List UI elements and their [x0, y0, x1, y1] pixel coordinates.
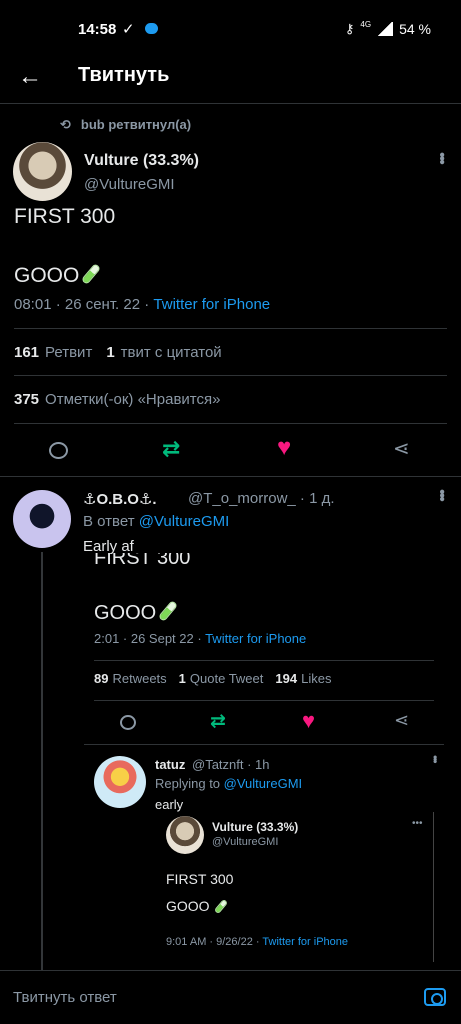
divider [14, 375, 447, 376]
test-tube-emoji-icon [81, 263, 102, 285]
screenshot-text-line: GOOO [94, 600, 179, 625]
nested-replying-prefix: Replying to [155, 776, 221, 791]
reply-author-handle[interactable]: @T_o_morrow_ · 1 д. [188, 490, 335, 507]
battery-level: 54 % [399, 21, 431, 37]
screenshot-source: Twitter for iPhone [205, 631, 307, 646]
tweet-timestamp: 08:01 · 26 сент. 22 · [14, 296, 150, 313]
screenshot-quotes-label: Quote Tweet [189, 671, 264, 686]
nested-quote-time: 9:01 AM · 9/26/22 · [166, 936, 260, 948]
retweet-small-icon: ⟲ [60, 117, 71, 132]
page-title: Твитнуть [78, 64, 170, 86]
tweet-text-line2: GOOO [14, 263, 102, 288]
nested-quote-avatar [166, 816, 204, 854]
likes-stats[interactable]: 375 Отметки(-ок) «Нравится» [14, 391, 220, 408]
reply-avatar[interactable] [13, 490, 71, 548]
nested-quote-line2: GOOO [166, 898, 228, 915]
nested-avatar [94, 756, 146, 808]
like-heart-icon[interactable]: ♥ [277, 434, 291, 462]
retweeted-by[interactable]: ⟲ bub ретвитнул(а) [60, 117, 191, 133]
tweet-actions: ⇄ ♥ ⋖ [0, 430, 461, 470]
reply-input[interactable]: Твитнуть ответ [13, 989, 117, 1006]
test-tube-emoji-icon [158, 600, 179, 622]
screenshot-stats: 89 Retweets 1 Quote Tweet 194 Likes [94, 671, 331, 686]
screenshot-retweets-count: 89 [94, 671, 109, 686]
like-heart-icon: ♥ [302, 708, 316, 733]
nested-quote-more-icon: ••• [412, 818, 423, 829]
divider [14, 423, 447, 424]
retweets-count: 161 [14, 344, 40, 361]
screenshot-likes-label: Likes [301, 671, 332, 686]
screenshot-actions: ⇄ ♥ ⋖ [84, 708, 424, 738]
nested-quote-line1: FIRST 300 [166, 871, 234, 887]
share-icon[interactable]: ⋖ [393, 436, 410, 461]
vpn-key-icon: ⚷ [344, 21, 355, 36]
signal-icon [377, 22, 394, 36]
author-name[interactable]: Vulture (33.3%) [84, 152, 199, 170]
replying-to: В ответ @VultureGMI [83, 513, 229, 530]
divider [94, 700, 434, 701]
reply-composer[interactable]: Твитнуть ответ [0, 970, 461, 1024]
screenshot-retweets-label: Retweets [112, 671, 167, 686]
tweet-meta: 08:01 · 26 сент. 22 · Twitter for iPhone [14, 296, 270, 313]
divider [84, 744, 444, 745]
thread-line [41, 552, 43, 972]
reply-icon[interactable] [49, 442, 68, 459]
retweet-icon: ⇄ [210, 711, 226, 732]
screenshot-meta: 2:01 · 26 Sept 22 · Twitter for iPhone [94, 631, 306, 646]
screenshot-clipped-text: FIRST 300 [94, 553, 191, 567]
tweet-text-line1: FIRST 300 [14, 205, 116, 228]
nested-replying-to: Replying to @VultureGMI [155, 776, 302, 791]
reply-more-options-icon[interactable]: ••• [432, 489, 450, 500]
status-right: ⚷ 4G 54 % [344, 19, 431, 38]
screenshot-gooo: GOOO [94, 602, 157, 624]
camera-icon[interactable] [424, 988, 446, 1006]
tweet-text-gooo: GOOO [14, 264, 80, 287]
nested-quote-source: Twitter for iPhone [262, 936, 349, 948]
nested-quote-gooo: GOOO [166, 898, 210, 914]
retweet-icon[interactable]: ⇄ [162, 436, 180, 462]
nested-quote-name: Vulture (33.3%) [212, 820, 299, 834]
check-icon: ✓ [122, 21, 135, 38]
nested-replying-handle: @VultureGMI [223, 776, 303, 791]
screenshot-timestamp: 2:01 · 26 Sept 22 · [94, 631, 202, 646]
replying-to-handle[interactable]: @VultureGMI [139, 513, 230, 530]
more-options-icon[interactable]: ••• [432, 152, 450, 163]
retweets-label: Ретвит [45, 344, 93, 361]
status-time: 14:58 [78, 21, 117, 38]
likes-count: 375 [14, 391, 40, 408]
screenshot-quotes-count: 1 [178, 671, 186, 686]
avatar[interactable] [13, 142, 72, 201]
back-arrow-icon[interactable]: ← [18, 63, 42, 91]
retweet-stats[interactable]: 161 Ретвит 1 твит с цитатой [14, 344, 222, 361]
divider [0, 476, 461, 477]
top-bar: ← Твитнуть [0, 58, 461, 104]
nested-quote-handle: @VultureGMI [212, 836, 279, 848]
screenshot-likes-count: 194 [275, 671, 298, 686]
nested-more-icon: ••• [428, 755, 442, 762]
network-label: 4G [360, 19, 372, 29]
tweet-source-link[interactable]: Twitter for iPhone [153, 296, 270, 313]
quotes-label: твит с цитатой [120, 344, 222, 361]
reply-author-name[interactable]: ⚓O.B.O⚓. [83, 490, 157, 508]
replying-to-prefix: В ответ [83, 513, 135, 530]
nested-quote-meta: 9:01 AM · 9/26/22 · Twitter for iPhone [166, 936, 348, 948]
nested-author-handle: @Tatznft · 1h [192, 757, 270, 772]
reply-icon [120, 715, 136, 730]
retweeted-by-label: bub ретвитнул(а) [80, 117, 192, 132]
divider [94, 660, 434, 661]
nested-text: early [155, 797, 184, 812]
share-icon: ⋖ [394, 710, 410, 730]
nested-author-name: tatuz [155, 757, 186, 772]
quotes-count: 1 [106, 344, 115, 361]
message-icon [145, 23, 158, 34]
author-handle[interactable]: @VultureGMI [84, 176, 175, 193]
likes-label: Отметки(-ок) «Нравится» [45, 391, 221, 408]
divider [14, 328, 447, 329]
status-bar: 14:58 ✓ ⚷ 4G 54 % [0, 0, 461, 58]
